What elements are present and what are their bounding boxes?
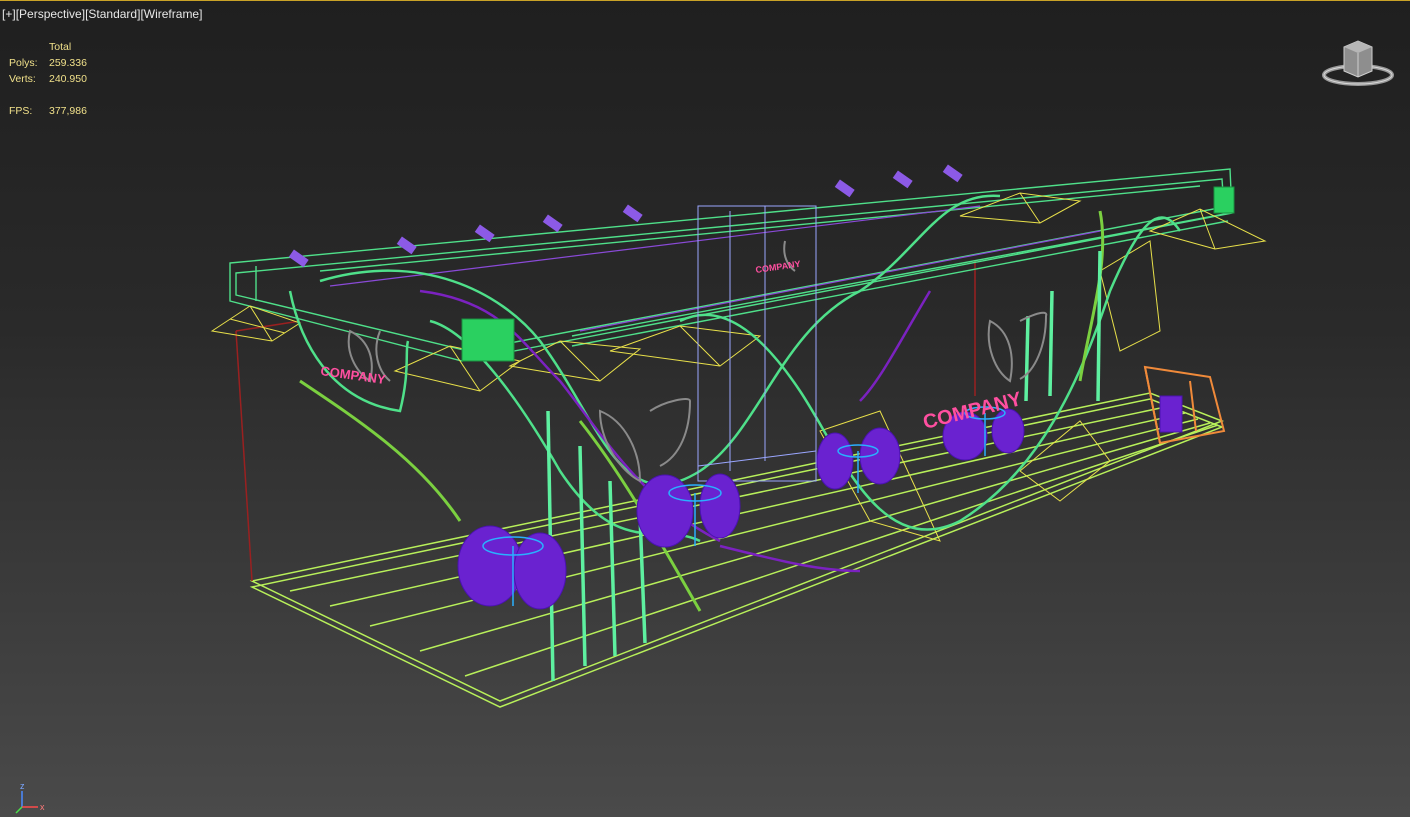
3d-viewport[interactable]: COMPANY COMPANY COMPANY [+][Perspective]… xyxy=(0,0,1410,817)
viewport-shading-wireframe-menu[interactable]: [Wireframe] xyxy=(140,7,202,21)
viewport-label-menu[interactable]: [+][Perspective][Standard][Wireframe] xyxy=(2,7,202,21)
viewcube-icon[interactable] xyxy=(1320,35,1396,91)
viewport-statistics: Total Polys: 259.336 Verts: 240.950 FPS: 37… xyxy=(9,39,109,119)
polys-label: Polys: xyxy=(9,57,38,69)
canopy-wireframes xyxy=(210,192,1267,542)
company-sign-2: COMPANY xyxy=(755,259,801,275)
leaf-logos xyxy=(347,240,1048,483)
axis-x-label: x xyxy=(40,802,45,812)
wireframe-scene[interactable]: COMPANY COMPANY COMPANY xyxy=(0,1,1410,817)
roof-spotlights xyxy=(288,164,963,268)
fps-value: 377,986 xyxy=(49,105,87,117)
verts-label: Verts: xyxy=(9,73,36,85)
fps-label: FPS: xyxy=(9,105,33,117)
viewport-shading-standard-menu[interactable]: [Standard] xyxy=(85,7,140,21)
viewport-point-of-view-menu[interactable]: [Perspective] xyxy=(16,7,85,21)
viewport-plus-menu[interactable]: [+] xyxy=(2,7,16,21)
stats-header: Total xyxy=(49,41,72,53)
company-sign-1: COMPANY xyxy=(320,363,387,387)
axis-tripod-icon: z x xyxy=(15,781,45,814)
verts-value: 240.950 xyxy=(49,73,87,85)
polys-value: 259.336 xyxy=(49,57,87,69)
back-wall-edges xyxy=(235,261,976,582)
axis-z-label: z xyxy=(20,781,25,791)
